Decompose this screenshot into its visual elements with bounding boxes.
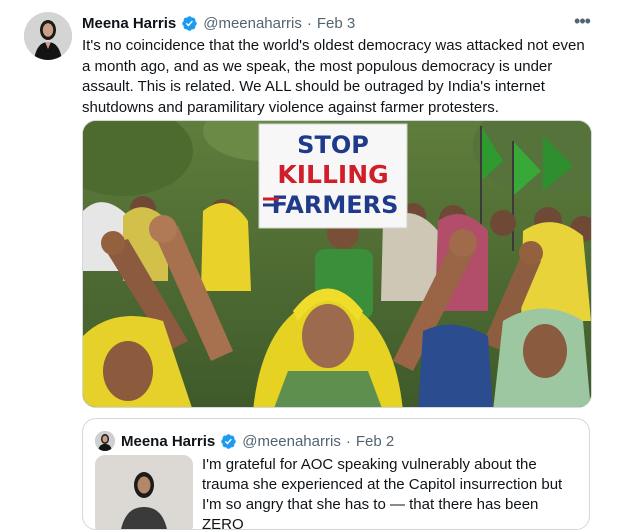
tweet[interactable]: Meena Harris @meenaharris · Feb 3 ••• It… [0, 0, 627, 530]
author-handle[interactable]: @meenaharris [203, 15, 302, 32]
tweet-date[interactable]: Feb 3 [317, 15, 355, 32]
tweet-header: Meena Harris @meenaharris · Feb 3 [82, 12, 355, 34]
sign-line-3: FARMERS [272, 191, 399, 219]
quoted-author-avatar [95, 431, 115, 451]
quoted-tweet-thumbnail[interactable] [95, 455, 193, 529]
author-name[interactable]: Meena Harris [82, 15, 176, 32]
verified-badge-icon [181, 15, 198, 32]
header-separator: · [306, 14, 312, 32]
sign-line-1: STOP [297, 131, 369, 159]
quoted-tweet-header: Meena Harris @meenaharris · Feb 2 [121, 430, 394, 452]
quoted-tweet-text: I'm grateful for AOC speaking vulnerably… [202, 456, 563, 530]
quoted-tweet-date[interactable]: Feb 2 [356, 433, 394, 450]
quoted-author-name: Meena Harris [121, 432, 216, 450]
quoted-header-separator: · [345, 432, 351, 450]
quoted-author-handle: @meenaharris [242, 432, 341, 450]
tweet-photo[interactable]: STOP KILLING FARMERS [82, 120, 592, 408]
author-avatar[interactable] [24, 12, 72, 60]
verified-badge-icon [220, 433, 237, 450]
more-options-icon[interactable]: ••• [574, 11, 591, 31]
quoted-tweet[interactable]: Meena Harris @meenaharris · Feb 2 I'm gr… [82, 418, 590, 530]
tweet-text: It's no coincidence that the world's old… [82, 37, 585, 116]
sign-line-2: KILLING [277, 160, 388, 189]
